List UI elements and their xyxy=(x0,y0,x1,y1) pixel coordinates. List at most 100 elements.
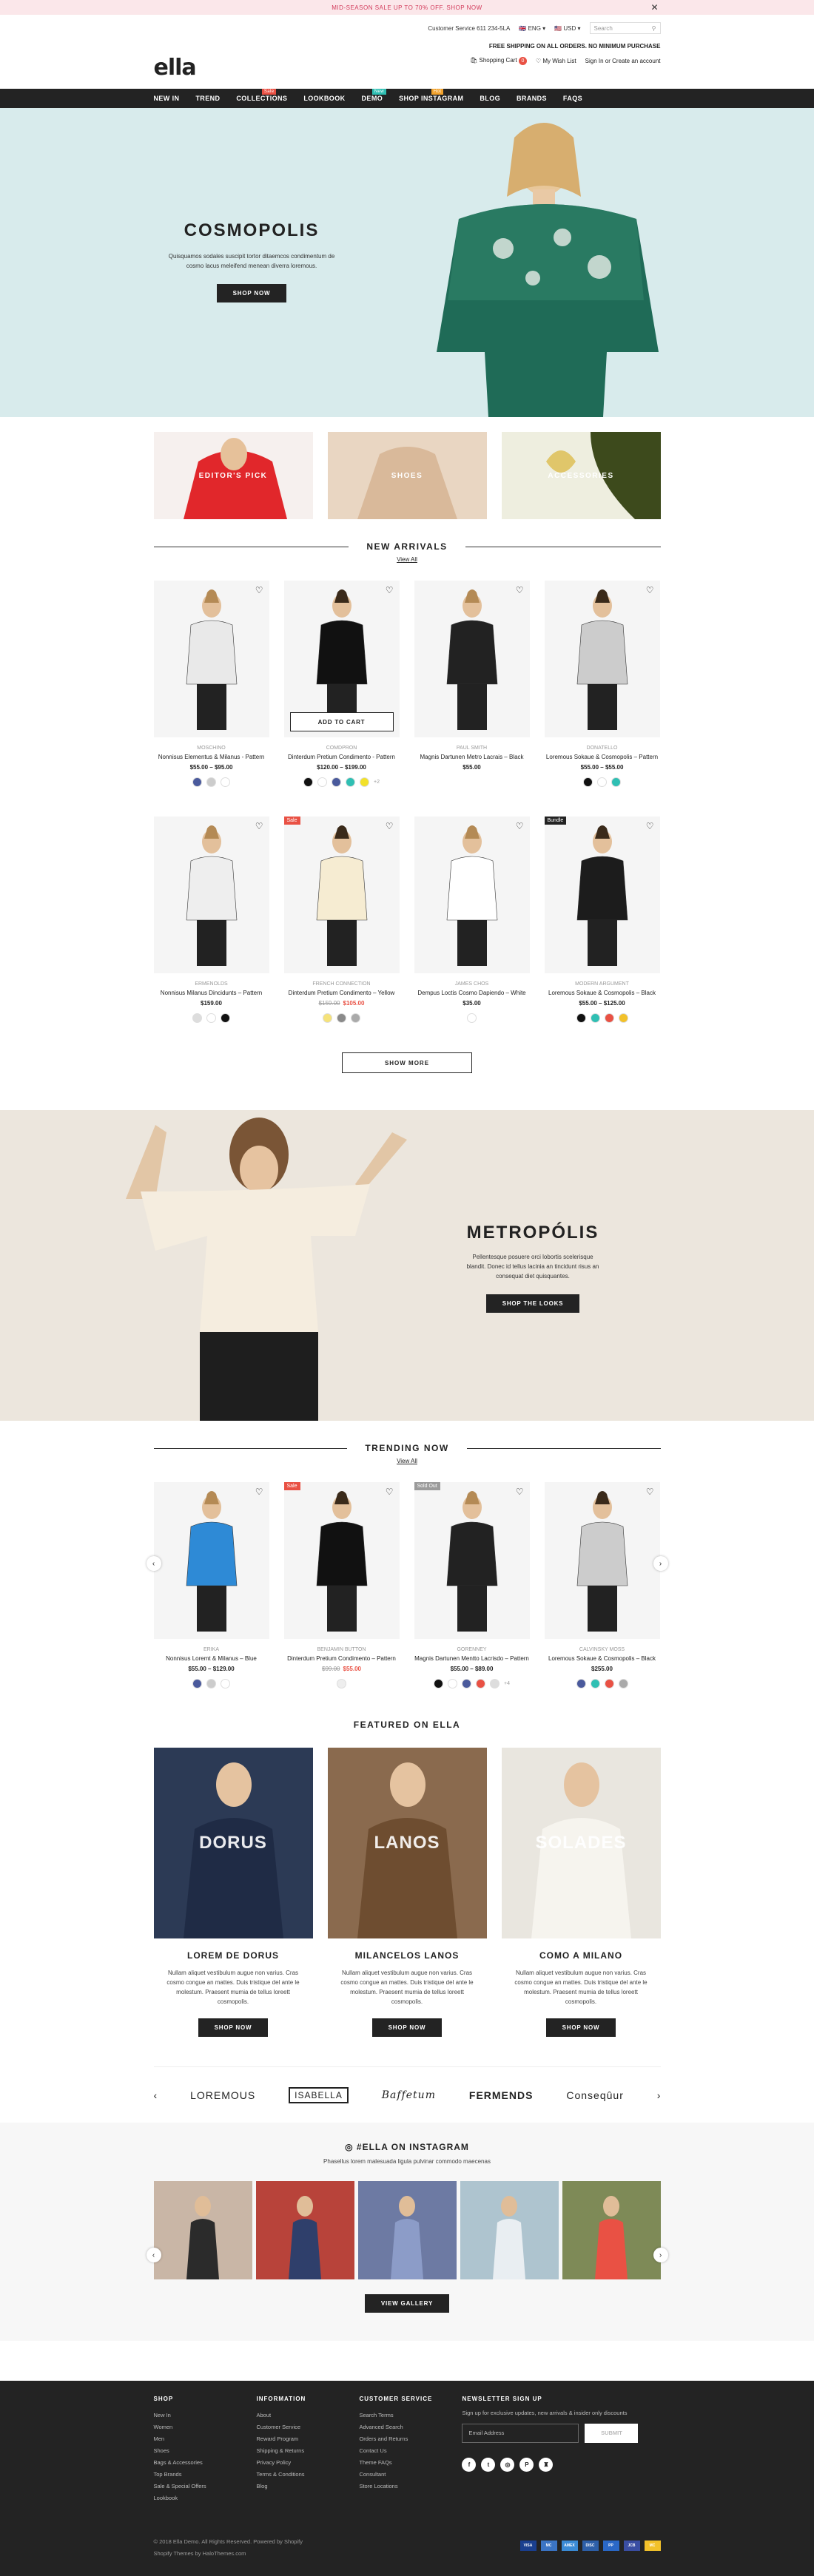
trending-view-all[interactable]: View All xyxy=(154,1458,661,1464)
product-name[interactable]: Magnis Dartunen Metro Lacrais – Black xyxy=(414,754,530,760)
color-swatch[interactable] xyxy=(192,1013,202,1023)
color-swatch[interactable] xyxy=(576,1679,586,1688)
color-swatch[interactable] xyxy=(590,1013,600,1023)
trending-next-arrow[interactable]: › xyxy=(653,1556,668,1571)
product-brand[interactable]: Paul Smith xyxy=(414,746,530,751)
product-card[interactable]: ♡ Sale Benjamin Button Dinterdum Pretium Co… xyxy=(283,1482,400,1688)
new-arrivals-view-all[interactable]: View All xyxy=(154,556,661,563)
footer-link[interactable]: Shoes xyxy=(154,2445,257,2457)
product-card[interactable]: ♡ Ermenolds Nonnisus Milanus Dincidunts – … xyxy=(153,817,269,1023)
facebook-icon[interactable]: f xyxy=(462,2458,477,2472)
product-card[interactable]: ♡ Bundle Modern Argument Loremous Sokaue & … xyxy=(544,817,660,1023)
product-image-wrap[interactable]: ♡ xyxy=(544,581,660,737)
color-swatch[interactable] xyxy=(434,1679,443,1688)
product-image-wrap[interactable]: ♡ Sold Out xyxy=(414,1482,530,1639)
product-image-wrap[interactable]: ♡ xyxy=(153,1482,269,1639)
product-card[interactable]: ♡ James Chos Dempus Loctis Cosmo Dapiendo … xyxy=(414,817,530,1023)
view-gallery-button[interactable]: VIEW GALLERY xyxy=(364,2294,450,2313)
footer-link[interactable]: Lookbook xyxy=(154,2492,257,2504)
brand-logo[interactable]: Baffetum xyxy=(382,2089,436,2101)
instagram-photo[interactable] xyxy=(460,2181,559,2279)
submit-button[interactable]: SUBMIT xyxy=(585,2424,639,2443)
color-swatch[interactable] xyxy=(597,777,607,787)
product-brand[interactable]: Calvinsky Moss xyxy=(545,1647,660,1652)
color-swatch[interactable] xyxy=(576,1013,586,1023)
product-card[interactable]: ♡ Sold Out Gorenney Magnis Dartunen Mentto … xyxy=(414,1482,530,1688)
color-swatch[interactable] xyxy=(221,777,230,787)
footer-link[interactable]: Top Brands xyxy=(154,2469,257,2481)
product-image-wrap[interactable]: ♡ xyxy=(153,581,269,737)
color-swatch[interactable] xyxy=(192,1679,202,1688)
instagram-prev-arrow[interactable]: ‹ xyxy=(146,2248,161,2262)
featured-title[interactable]: LOREM DE DORUS xyxy=(154,1950,313,1961)
footer-link[interactable]: Sale & Special Offers xyxy=(154,2481,257,2492)
footer-link[interactable]: About xyxy=(256,2410,359,2421)
email-field[interactable]: Email Address xyxy=(462,2424,579,2443)
footer-link[interactable]: Reward Program xyxy=(256,2433,359,2445)
heart-icon[interactable]: ♡ xyxy=(516,585,524,595)
product-name[interactable]: Nonnisus Loremt & Milanus – Blue xyxy=(154,1655,269,1662)
wishlist-link[interactable]: ♡ My Wish List xyxy=(536,58,576,64)
footer-link[interactable]: Advanced Search xyxy=(359,2421,462,2433)
featured-shop-now-button[interactable]: SHOP NOW xyxy=(198,2018,269,2037)
product-brand[interactable]: Gorenney xyxy=(414,1647,530,1652)
footer-link[interactable]: Store Locations xyxy=(359,2481,462,2492)
color-swatch[interactable] xyxy=(604,1013,614,1023)
featured-shop-now-button[interactable]: SHOP NOW xyxy=(371,2018,443,2037)
category-banner-editor-s-pick[interactable]: EDITOR'S PICK xyxy=(153,432,313,519)
product-name[interactable]: Nonnisus Elementus & Milanus - Pattern xyxy=(154,754,269,760)
color-swatch[interactable] xyxy=(317,777,327,787)
color-swatch[interactable] xyxy=(337,1013,346,1023)
cart-link[interactable]: 🛍 Shopping Cart 0 xyxy=(470,57,527,65)
metropolis-banner[interactable]: METROPÓLIS Pellentesque posuere orci lob… xyxy=(0,1110,814,1421)
language-select[interactable]: 🇬🇧 ENG ▾ xyxy=(519,25,545,32)
heart-icon[interactable]: ♡ xyxy=(646,821,654,831)
footer-link[interactable]: Customer Service xyxy=(256,2421,359,2433)
color-swatch[interactable] xyxy=(206,1013,216,1023)
heart-icon[interactable]: ♡ xyxy=(646,1487,654,1497)
color-swatch[interactable] xyxy=(618,1013,628,1023)
color-swatch[interactable] xyxy=(337,1679,346,1688)
color-swatch[interactable] xyxy=(590,1679,600,1688)
heart-icon[interactable]: ♡ xyxy=(255,585,263,595)
color-swatch[interactable] xyxy=(206,1679,216,1688)
product-name[interactable]: Dinterdum Pretium Condimento – Yellow xyxy=(284,990,400,996)
shop-the-looks-button[interactable]: SHOP THE LOOKS xyxy=(485,1294,580,1313)
color-swatch[interactable] xyxy=(303,777,313,787)
product-brand[interactable]: Erika xyxy=(154,1647,269,1652)
color-swatch[interactable] xyxy=(448,1679,457,1688)
color-swatch[interactable] xyxy=(604,1679,614,1688)
heart-icon[interactable]: ♡ xyxy=(255,821,263,831)
show-more-button[interactable]: SHOW MORE xyxy=(342,1052,472,1073)
footer-link[interactable]: Search Terms xyxy=(359,2410,462,2421)
product-name[interactable]: Dinterdum Pretium Condimento - Pattern xyxy=(284,754,400,760)
featured-image[interactable]: DORUS xyxy=(153,1748,313,1938)
footer-link[interactable]: Bags & Accessories xyxy=(154,2457,257,2469)
product-name[interactable]: Dinterdum Pretium Condimento – Pattern xyxy=(284,1655,400,1662)
footer-link[interactable]: Men xyxy=(154,2433,257,2445)
footer-link[interactable]: Women xyxy=(154,2421,257,2433)
color-swatch[interactable] xyxy=(490,1679,500,1688)
nav-item-demo[interactable]: DEMO New xyxy=(362,89,387,102)
heart-icon[interactable]: ♡ xyxy=(646,585,654,595)
product-name[interactable]: Loremous Sokaue & Cosmopolis – Black xyxy=(545,990,660,996)
heart-icon[interactable]: ♡ xyxy=(516,1487,524,1497)
search-input[interactable]: Search ⚲ xyxy=(589,22,661,34)
color-swatch[interactable] xyxy=(323,1013,332,1023)
color-swatch[interactable] xyxy=(351,1013,360,1023)
add-to-cart-button[interactable]: ADD TO CART xyxy=(289,712,394,731)
product-brand[interactable]: French Connection xyxy=(284,981,400,987)
product-image-wrap[interactable]: ♡ Bundle xyxy=(544,817,660,973)
product-name[interactable]: Nonnisus Milanus Dincidunts – Pattern xyxy=(154,990,269,996)
nav-item-lookbook[interactable]: LOOKBOOK xyxy=(303,95,345,102)
product-card[interactable]: ♡ Erika Nonnisus Loremt & Milanus – Blue $5… xyxy=(153,1482,269,1688)
product-brand[interactable]: Ermenolds xyxy=(154,981,269,987)
nav-item-collections[interactable]: COLLECTIONS Sale xyxy=(236,89,287,102)
product-card[interactable]: ♡ Moschino Nonnisus Elementus & Milanus - … xyxy=(153,581,269,787)
product-card[interactable]: ♡ Calvinsky Moss Loremous Sokaue & Cosmopo… xyxy=(544,1482,660,1688)
instagram-photo[interactable] xyxy=(357,2181,457,2279)
color-swatch[interactable] xyxy=(360,777,369,787)
footer-link[interactable]: Contact Us xyxy=(359,2445,462,2457)
currency-select[interactable]: 🇺🇸 USD ▾ xyxy=(554,25,580,32)
product-card[interactable]: ♡ ADD TO CART Comdpron Dinterdum Pretium Co… xyxy=(283,581,400,787)
